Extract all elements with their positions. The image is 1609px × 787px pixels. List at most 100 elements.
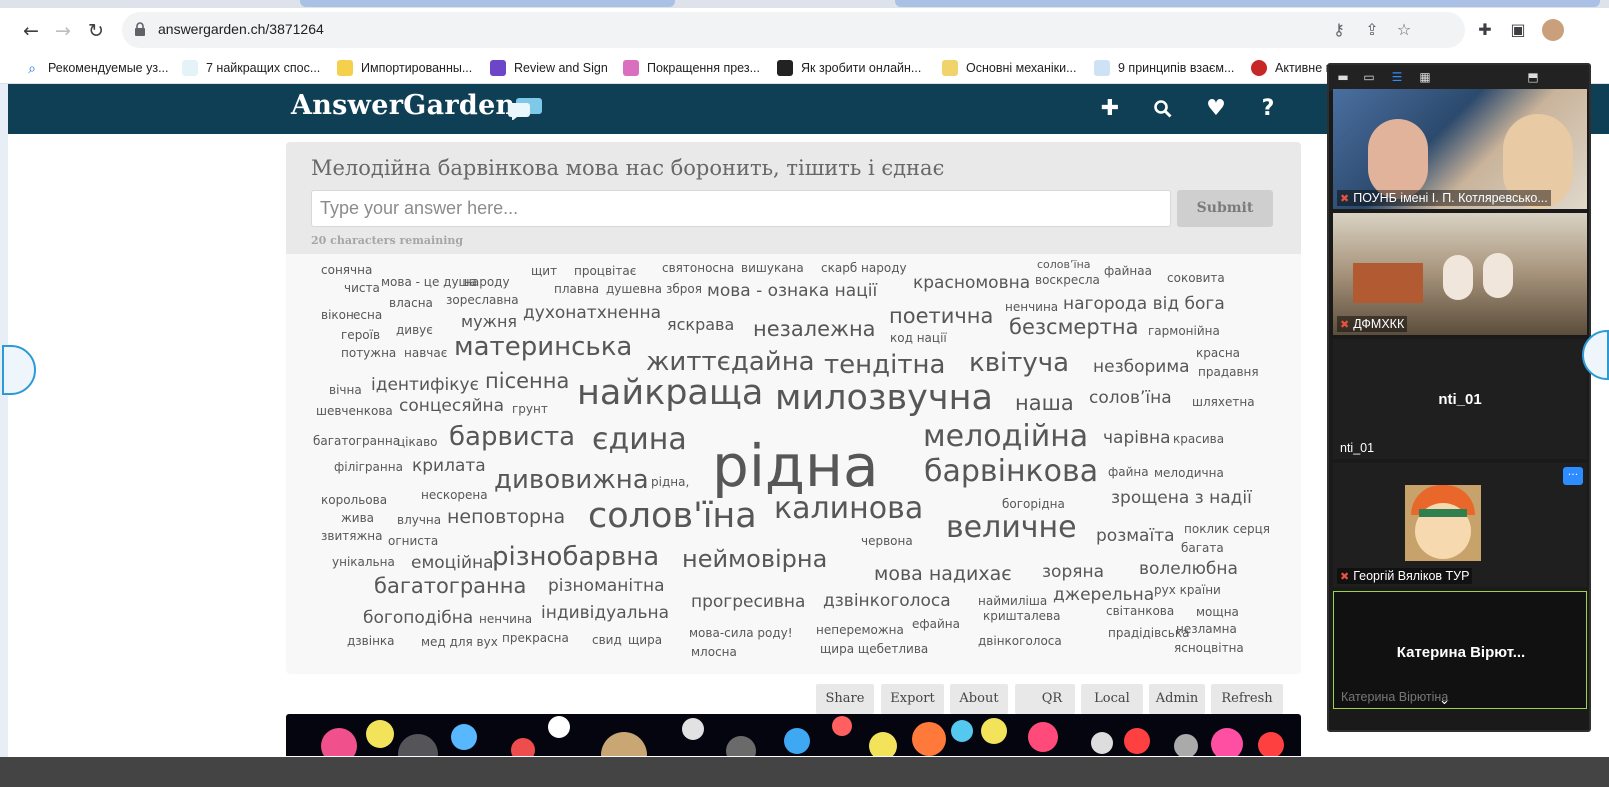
cloud-word[interactable]: потужна xyxy=(341,347,396,359)
cloud-word[interactable]: поклик серця xyxy=(1184,523,1270,535)
cloud-word[interactable]: влучна xyxy=(397,514,441,526)
cloud-word[interactable]: сонячна xyxy=(321,264,372,276)
cloud-word[interactable]: мужня xyxy=(461,314,517,330)
cloud-word[interactable]: двінкоголоса xyxy=(978,635,1062,647)
cloud-word[interactable]: червона xyxy=(861,535,913,547)
cloud-word[interactable]: незборима xyxy=(1093,359,1190,376)
cloud-word[interactable]: найкраща xyxy=(577,376,763,411)
cloud-word[interactable]: чиста xyxy=(344,282,380,294)
star-icon[interactable]: ☆ xyxy=(1395,21,1413,39)
bookmark-item[interactable]: Review and Sign xyxy=(490,58,608,78)
cloud-word[interactable]: емоційна xyxy=(411,555,494,572)
speaker-view-icon[interactable]: ▭ xyxy=(1361,70,1377,84)
local-button[interactable]: Local xyxy=(1081,684,1143,714)
cloud-word[interactable]: незламна xyxy=(1176,623,1237,635)
refresh-button[interactable]: Refresh xyxy=(1211,684,1283,714)
participant-tile[interactable]: ··· ✖ Георгій Вяліков ТУР xyxy=(1333,463,1587,587)
cloud-word[interactable]: цікаво xyxy=(397,436,438,448)
cloud-word[interactable]: мелодична xyxy=(1154,467,1224,479)
cloud-word[interactable]: нескорена xyxy=(421,489,488,501)
cloud-word[interactable]: код нації xyxy=(890,332,947,344)
cloud-word[interactable]: незалежна xyxy=(753,319,876,340)
cloud-word[interactable]: млосна xyxy=(691,646,737,658)
submit-button[interactable]: Submit xyxy=(1177,190,1273,227)
plus-icon[interactable]: ✚ xyxy=(1095,94,1125,124)
cloud-word[interactable]: рух країни xyxy=(1154,584,1221,596)
cloud-word[interactable]: дзвінкоголоса xyxy=(823,593,951,610)
search-icon[interactable] xyxy=(1148,94,1178,124)
bookmark-item[interactable]: Импортированны... xyxy=(337,58,472,78)
cloud-word[interactable]: народу xyxy=(464,276,510,288)
cloud-word[interactable]: життєдайна xyxy=(646,349,815,375)
cloud-word[interactable]: мова-сила роду! xyxy=(689,627,793,639)
more-options-icon[interactable]: ··· xyxy=(1563,467,1583,485)
key-icon[interactable]: ⚷ xyxy=(1330,21,1348,39)
cloud-word[interactable]: власна xyxy=(389,297,433,309)
cloud-word[interactable]: скарб народу xyxy=(821,262,907,274)
cloud-word[interactable]: неповторна xyxy=(447,508,565,527)
cloud-word[interactable]: грунт xyxy=(512,403,548,415)
cloud-word[interactable]: богорідна xyxy=(1002,498,1065,510)
cloud-word[interactable]: вічна xyxy=(329,384,362,396)
admin-button[interactable]: Admin xyxy=(1149,684,1205,714)
cloud-word[interactable]: калинова xyxy=(774,494,923,524)
bookmark-item[interactable]: Як зробити онлайн... xyxy=(777,58,921,78)
cloud-word[interactable]: кришталева xyxy=(983,610,1060,622)
cloud-word[interactable]: філігранна xyxy=(334,461,403,473)
cloud-word[interactable]: файнаа xyxy=(1104,265,1152,277)
cloud-word[interactable]: ефайна xyxy=(912,618,960,630)
cloud-word[interactable]: соковита xyxy=(1167,272,1225,284)
chevron-down-icon[interactable]: ⌄ xyxy=(1439,693,1450,708)
cloud-word[interactable]: пісенна xyxy=(485,371,569,392)
bookmark-item[interactable]: Основні механіки... xyxy=(942,58,1077,78)
cloud-word[interactable]: ненчина xyxy=(479,613,532,625)
cloud-word[interactable]: індивідуальна xyxy=(541,605,669,622)
cloud-word[interactable]: поетична xyxy=(889,306,993,327)
cloud-word[interactable]: красна xyxy=(1196,347,1240,359)
cloud-word[interactable]: вишукана xyxy=(741,262,804,274)
answer-input[interactable] xyxy=(311,190,1171,227)
cloud-word[interactable]: ненчина xyxy=(1005,301,1058,313)
extensions-icon[interactable]: ✚ xyxy=(1475,20,1495,40)
cloud-word[interactable]: сонцесяйна xyxy=(399,398,504,415)
cloud-word[interactable]: квітуча xyxy=(969,350,1069,376)
cloud-word[interactable]: дзвінка xyxy=(347,635,395,647)
cloud-word[interactable]: дивовижна xyxy=(494,467,649,493)
cloud-word[interactable]: душевна xyxy=(606,283,662,295)
cloud-word[interactable]: мова - ознака нації xyxy=(707,283,877,300)
cloud-word[interactable]: солов’їна xyxy=(1089,390,1172,407)
address-bar[interactable]: answergarden.ch/3871264 ⚷ ⇪ ☆ xyxy=(122,12,1465,48)
cloud-word[interactable]: солов’їна xyxy=(1037,259,1091,270)
minimize-icon[interactable]: ▬ xyxy=(1335,70,1351,84)
qr-button[interactable]: QR xyxy=(1015,684,1075,714)
cloud-word[interactable]: мощна xyxy=(1196,606,1239,618)
bookmark-item[interactable]: 9 принципів взаєм... xyxy=(1094,58,1234,78)
cloud-word[interactable]: багата xyxy=(1181,542,1224,554)
cloud-word[interactable]: прогресивна xyxy=(691,594,805,611)
cloud-word[interactable]: тендітна xyxy=(824,352,945,378)
cloud-word[interactable]: плавна xyxy=(554,283,599,295)
cloud-word[interactable]: величне xyxy=(946,513,1077,543)
site-logo[interactable]: AnswerGarden xyxy=(291,90,516,121)
participant-tile-active[interactable]: Катерина Вірют... Катерина Вірютіна xyxy=(1333,591,1587,709)
cloud-word[interactable]: огниста xyxy=(388,535,438,547)
cloud-word[interactable]: неймовірна xyxy=(682,547,827,571)
cloud-word[interactable]: непереможна xyxy=(816,624,904,636)
cloud-word[interactable]: героїв xyxy=(341,329,380,341)
cloud-word[interactable]: розмаїта xyxy=(1096,528,1175,545)
cloud-word[interactable]: навчає xyxy=(404,347,447,359)
participant-tile[interactable]: nti_01 nti_01 xyxy=(1333,339,1587,459)
participant-tile[interactable]: ✖ ДФМХКК xyxy=(1333,213,1587,335)
export-button[interactable]: Export xyxy=(881,684,944,714)
cloud-word[interactable]: багатогранна xyxy=(313,435,400,447)
gallery-view-icon[interactable]: ▦ xyxy=(1417,70,1433,84)
cloud-word[interactable]: барвиста xyxy=(449,424,575,450)
bookmark-item[interactable]: ⌕ Рекомендуемые уз... xyxy=(24,58,168,78)
cloud-word[interactable]: мова надихає xyxy=(874,565,1012,584)
strip-view-icon[interactable]: ☰ xyxy=(1389,70,1405,84)
cloud-word[interactable]: зброя xyxy=(666,283,702,295)
cloud-word[interactable]: світанкова xyxy=(1106,605,1174,617)
cloud-word[interactable]: духонатхненна xyxy=(523,305,661,322)
share-icon[interactable]: ⇪ xyxy=(1363,21,1381,39)
cloud-word[interactable]: джерельна xyxy=(1053,587,1154,604)
